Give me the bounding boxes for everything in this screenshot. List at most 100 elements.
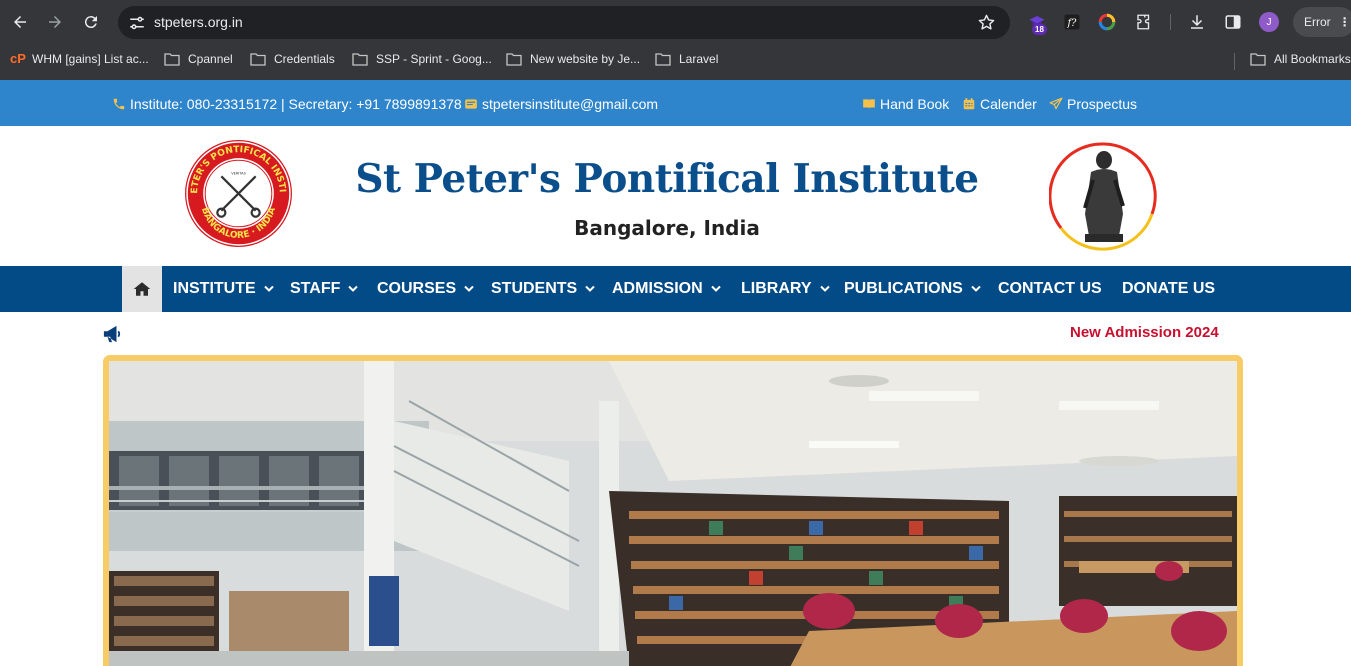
library-photo xyxy=(109,361,1237,666)
prospectus-label[interactable]: Prospectus xyxy=(1067,96,1137,112)
bookmark-label: Credentials xyxy=(274,52,335,66)
address-bar[interactable]: stpeters.org.in xyxy=(118,6,1010,39)
bookmark-label: SSP - Sprint - Goog... xyxy=(376,52,492,66)
bookmark-label: New website by Je... xyxy=(530,52,641,66)
folder-icon xyxy=(352,52,368,66)
nav-item-admission[interactable]: ADMISSION xyxy=(612,266,721,312)
announcement-ticker: New Admission 2024 xyxy=(0,312,1351,356)
email-link[interactable]: stpetersinstitute@gmail.com xyxy=(464,96,658,112)
nav-item-institute[interactable]: INSTITUTE xyxy=(173,266,274,312)
nav-item-publications[interactable]: PUBLICATIONS xyxy=(844,266,981,312)
nav-item-donate-us[interactable]: DONATE US xyxy=(1122,266,1215,312)
calendar-label[interactable]: Calender xyxy=(980,96,1037,112)
svg-text:f?: f? xyxy=(1067,18,1078,29)
folder-icon xyxy=(655,52,671,66)
prospectus-link[interactable]: Prospectus xyxy=(1049,96,1137,112)
color-picker-extension-icon[interactable] xyxy=(1097,12,1117,32)
chevron-down-icon xyxy=(585,285,595,292)
nav-item-staff[interactable]: STAFF xyxy=(290,266,359,312)
nav-item-label[interactable]: DONATE US xyxy=(1122,280,1215,298)
arrow-left-icon xyxy=(14,16,26,28)
institute-seal-logo[interactable]: ST. PETER'S PONTIFICAL INSTITUTE BANGALO… xyxy=(183,138,294,249)
handbook-label[interactable]: Hand Book xyxy=(880,96,949,112)
envelope-icon xyxy=(465,99,477,109)
chevron-down-icon xyxy=(971,285,981,292)
nav-item-students[interactable]: STUDENTS xyxy=(491,266,595,312)
nav-item-label[interactable]: COURSES xyxy=(377,280,456,298)
cpanel-logo-icon: cP xyxy=(10,51,26,66)
hero-slider[interactable] xyxy=(103,355,1243,666)
url-text[interactable]: stpeters.org.in xyxy=(154,14,243,30)
bookmark-label: Laravel xyxy=(679,52,719,66)
error-button[interactable]: Error ⋮ xyxy=(1293,7,1351,37)
bookmark-folder[interactable]: Credentials xyxy=(250,52,335,66)
paper-plane-icon xyxy=(1049,97,1063,110)
site-header: ST. PETER'S PONTIFICAL INSTITUTE BANGALO… xyxy=(0,126,1351,266)
reload-icon xyxy=(84,16,97,29)
phone-icon xyxy=(113,98,125,110)
chevron-down-icon xyxy=(263,285,274,292)
extension-fx-icon[interactable]: f? xyxy=(1062,12,1082,32)
site-subtitle: Bangalore, India xyxy=(574,216,760,240)
profile-avatar[interactable]: J xyxy=(1259,12,1279,32)
bookmark-folder[interactable]: New website by Je... xyxy=(506,52,640,66)
nav-item-label[interactable]: STAFF xyxy=(290,280,340,298)
saint-statue-emblem xyxy=(1049,142,1157,251)
nav-item-label[interactable]: INSTITUTE xyxy=(173,280,256,298)
all-bookmarks-label: All Bookmarks xyxy=(1274,52,1351,66)
nav-item-label[interactable]: LIBRARY xyxy=(741,280,812,298)
bookmark-folder[interactable]: SSP - Sprint - Goog... xyxy=(352,52,492,66)
calendar-icon xyxy=(963,98,975,110)
book-icon xyxy=(863,99,875,109)
svg-text:VERITAS: VERITAS xyxy=(231,171,246,175)
download-icon[interactable] xyxy=(1187,12,1207,32)
forward-button[interactable] xyxy=(42,9,68,35)
error-label: Error xyxy=(1304,15,1331,29)
folder-icon xyxy=(1250,52,1266,66)
nav-item-label[interactable]: PUBLICATIONS xyxy=(844,280,963,298)
side-panel-icon[interactable] xyxy=(1223,12,1243,32)
folder-icon xyxy=(250,52,266,66)
nav-item-label[interactable]: CONTACT US xyxy=(998,280,1102,298)
chevron-down-icon xyxy=(348,285,359,292)
nav-item-courses[interactable]: COURSES xyxy=(377,266,474,312)
nav-item-label[interactable]: ADMISSION xyxy=(612,280,703,298)
bookmark-folder[interactable]: Cpannel xyxy=(164,52,233,66)
browser-chrome: stpeters.org.in 18 f? J Error ⋮ cP WHM [… xyxy=(0,0,1351,80)
megaphone-icon xyxy=(103,325,121,343)
nav-item-label[interactable]: STUDENTS xyxy=(491,280,577,298)
browser-toolbar: stpeters.org.in 18 f? J Error ⋮ xyxy=(0,0,1351,44)
extension-badge: 18 xyxy=(1032,24,1047,35)
site-title[interactable]: St Peter's Pontifical Institute xyxy=(300,156,1034,202)
bookmarks-divider xyxy=(1234,53,1235,70)
site-settings-icon[interactable] xyxy=(128,14,146,32)
all-bookmarks-folder[interactable]: All Bookmarks xyxy=(1250,52,1351,66)
reload-button[interactable] xyxy=(78,9,104,35)
arrow-right-icon xyxy=(49,16,61,28)
main-navigation: INSTITUTE STAFF COURSES STUDENTS ADMISSION LI… xyxy=(0,266,1351,312)
contact-text: Institute: 080-23315172 | Secretary: +91… xyxy=(130,96,462,112)
toolbar-divider xyxy=(1170,14,1171,30)
extensions-puzzle-icon[interactable] xyxy=(1134,12,1154,32)
site-topbar: Institute: 080-23315172 | Secretary: +91… xyxy=(0,80,1351,126)
nav-item-contact-us[interactable]: CONTACT US xyxy=(998,266,1102,312)
bookmark-star-icon[interactable] xyxy=(977,13,996,32)
home-icon xyxy=(133,282,151,296)
more-menu-icon[interactable]: ⋮ xyxy=(1339,15,1351,29)
bookmark-label: WHM [gains] List ac... xyxy=(32,52,149,66)
nav-item-library[interactable]: LIBRARY xyxy=(741,266,830,312)
folder-icon xyxy=(506,52,522,66)
back-button[interactable] xyxy=(7,9,33,35)
bookmark-item[interactable]: cP WHM [gains] List ac... xyxy=(10,51,149,67)
handbook-link[interactable]: Hand Book xyxy=(862,96,949,112)
chevron-down-icon xyxy=(710,285,721,292)
contact-info: Institute: 080-23315172 | Secretary: +91… xyxy=(112,96,462,112)
bookmark-folder[interactable]: Laravel xyxy=(655,52,718,66)
chevron-down-icon xyxy=(464,285,474,292)
calendar-link[interactable]: Calender xyxy=(962,96,1037,112)
email-text[interactable]: stpetersinstitute@gmail.com xyxy=(482,96,658,112)
bookmarks-bar: cP WHM [gains] List ac... Cpannel Creden… xyxy=(0,44,1351,80)
folder-icon xyxy=(164,52,180,66)
home-nav-item[interactable] xyxy=(122,266,162,312)
news-item[interactable]: New Admission 2024 xyxy=(1070,324,1219,341)
